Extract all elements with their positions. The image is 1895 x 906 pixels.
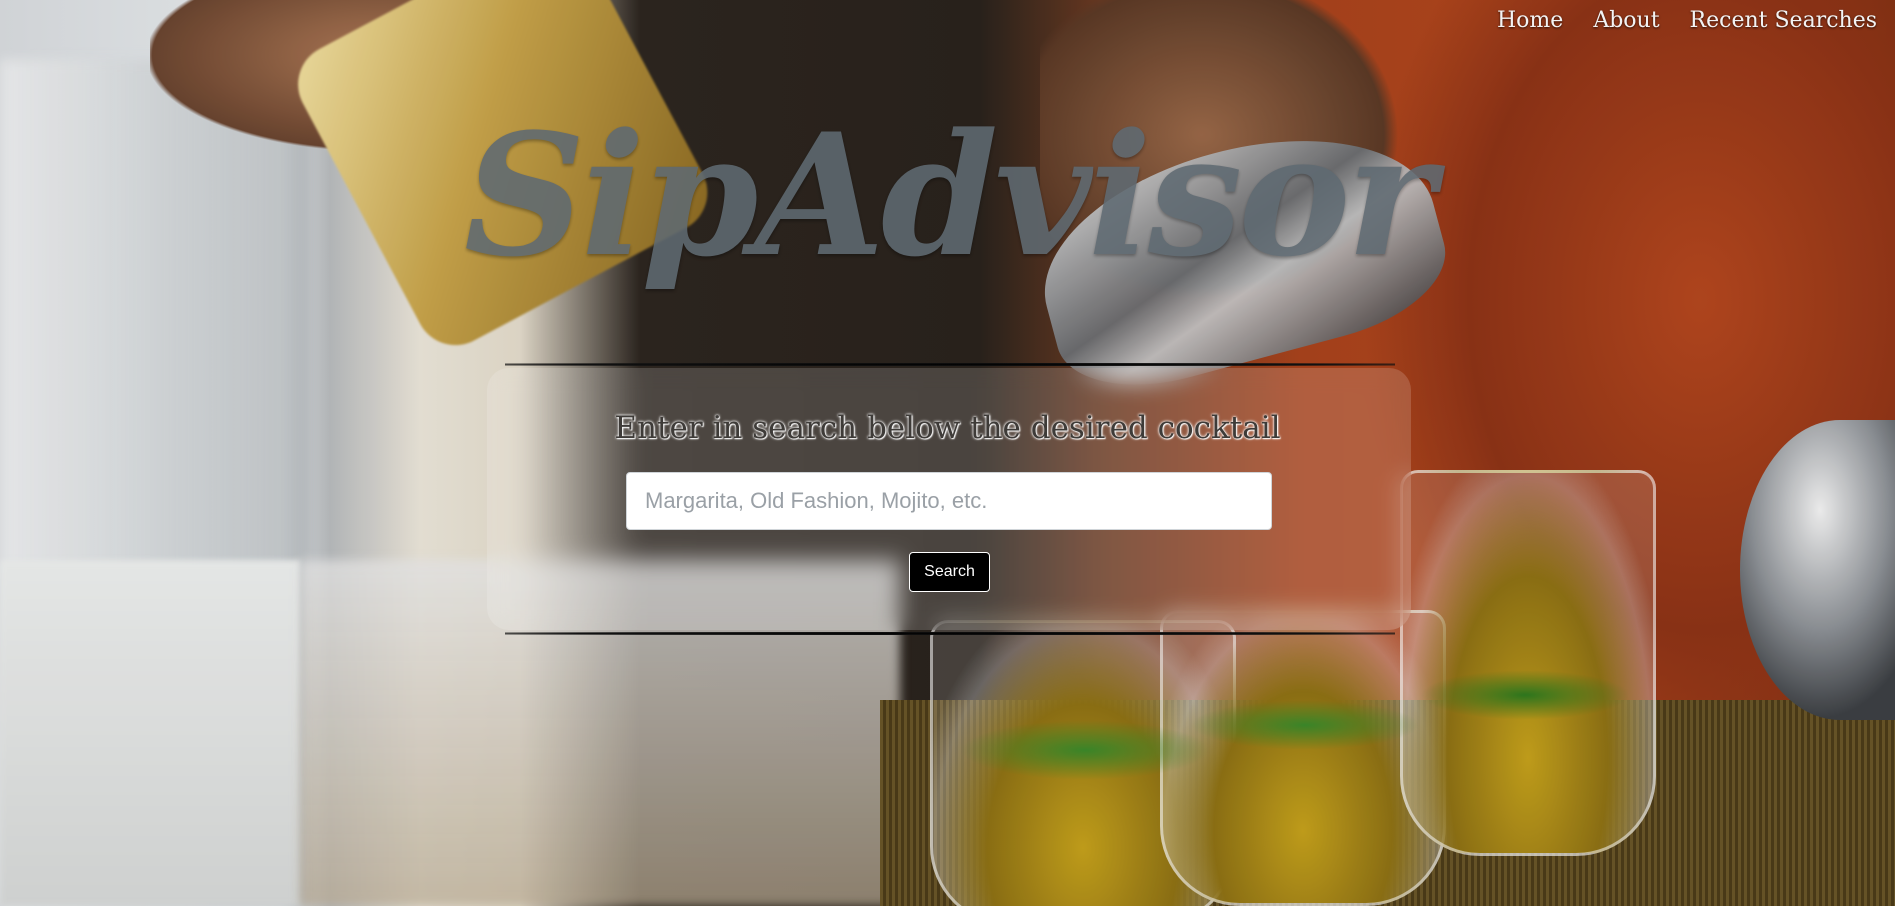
page: Home About Recent Searches SipAdvisor En…	[0, 0, 1895, 906]
nav-link-about[interactable]: About	[1593, 8, 1659, 33]
nav-link-home[interactable]: Home	[1497, 8, 1563, 33]
search-prompt: Enter in search below the desired cockta…	[614, 410, 1281, 446]
top-nav: Home About Recent Searches	[1497, 0, 1877, 40]
cocktail-search-input[interactable]	[626, 472, 1272, 530]
divider-bottom	[505, 632, 1395, 635]
site-logo-title: SipAdvisor	[463, 96, 1435, 294]
divider-top	[505, 363, 1395, 366]
nav-link-recent-searches[interactable]: Recent Searches	[1690, 8, 1877, 33]
brand-header: SipAdvisor	[0, 100, 1895, 290]
search-button[interactable]: Search	[909, 552, 990, 592]
